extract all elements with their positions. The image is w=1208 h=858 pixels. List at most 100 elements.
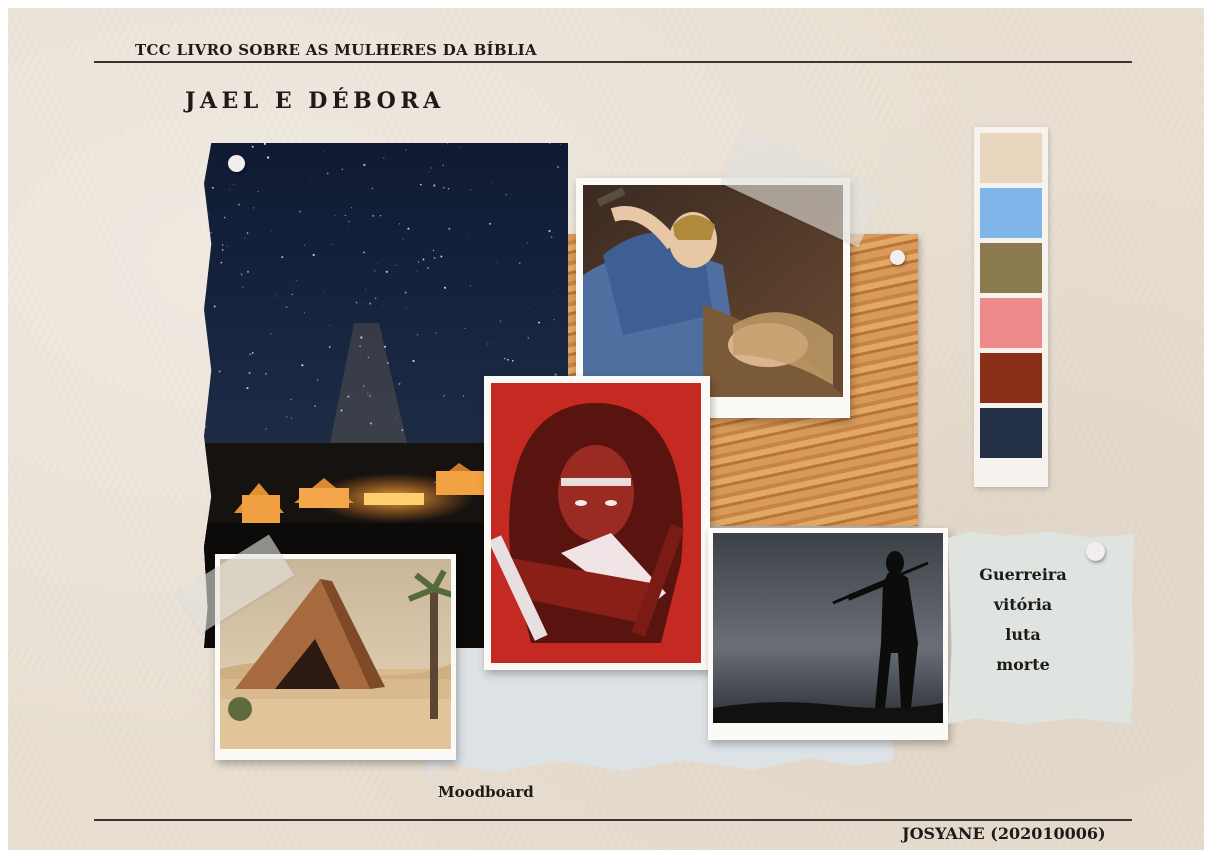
star-dot <box>442 164 445 166</box>
star-dot <box>310 178 312 180</box>
star-dot <box>551 236 553 238</box>
star-dot <box>316 379 319 381</box>
star-dot <box>223 216 226 219</box>
star-dot <box>213 305 216 308</box>
star-dot <box>364 302 366 303</box>
star-dot <box>246 270 250 273</box>
star-dot <box>329 325 330 327</box>
star-dot <box>377 262 379 264</box>
star-dot <box>499 320 502 322</box>
star-dot <box>412 359 415 363</box>
star-dot <box>251 145 254 148</box>
star-dot <box>290 398 292 401</box>
color-swatch <box>980 188 1042 238</box>
star-dot <box>552 291 554 293</box>
star-dot <box>470 189 472 190</box>
star-dot <box>312 253 315 257</box>
star-dot <box>265 153 266 155</box>
warrior-photo-frame <box>708 528 948 740</box>
star-dot <box>526 242 528 244</box>
keywords-list: Guerreira vitória luta morte <box>978 560 1068 680</box>
star-dot <box>379 215 382 217</box>
star-dot <box>440 255 443 258</box>
star-dot <box>244 237 246 239</box>
star-dot <box>240 273 243 276</box>
star-dot <box>427 267 429 269</box>
star-dot <box>348 220 350 223</box>
star-dot <box>344 214 346 216</box>
star-dot <box>208 213 210 215</box>
star-dot <box>537 321 541 324</box>
star-dot <box>560 144 561 145</box>
board-title: JAEL E DÉBORA <box>185 88 445 114</box>
star-dot <box>204 283 205 286</box>
star-dot <box>310 432 312 433</box>
star-dot <box>291 293 294 296</box>
star-dot <box>300 420 302 421</box>
color-swatch <box>980 133 1042 183</box>
star-dot <box>385 270 388 273</box>
star-dot <box>489 223 491 225</box>
star-dot <box>218 370 221 373</box>
star-dot <box>326 172 329 175</box>
star-dot <box>252 207 255 209</box>
star-dot <box>402 238 404 240</box>
star-dot <box>220 261 223 264</box>
star-dot <box>285 306 288 308</box>
star-dot <box>221 244 224 246</box>
star-dot <box>416 270 418 272</box>
star-dot <box>433 256 436 259</box>
star-dot <box>323 150 325 152</box>
star-dot <box>257 190 259 193</box>
star-dot <box>548 229 551 233</box>
star-dot <box>276 295 278 297</box>
star-dot <box>447 143 449 145</box>
star-dot <box>527 337 529 339</box>
star-dot <box>487 343 489 345</box>
star-dot <box>271 230 273 232</box>
star-dot <box>229 189 231 191</box>
star-dot <box>382 305 383 306</box>
star-dot <box>265 372 267 375</box>
star-dot <box>433 184 436 187</box>
star-dot <box>231 398 233 399</box>
star-dot <box>464 327 466 329</box>
color-swatch <box>980 408 1042 458</box>
star-dot <box>448 227 451 230</box>
star-dot <box>238 203 241 206</box>
star-dot <box>491 182 493 184</box>
star-dot <box>281 256 284 259</box>
star-dot <box>226 245 228 247</box>
star-dot <box>470 285 472 287</box>
star-dot <box>299 210 302 213</box>
star-dot <box>372 214 375 217</box>
star-dot <box>416 333 419 336</box>
star-dot <box>286 416 288 418</box>
star-dot <box>314 405 317 408</box>
star-dot <box>553 319 555 321</box>
star-dot <box>383 157 385 159</box>
star-dot <box>265 428 267 430</box>
star-dot <box>447 188 450 190</box>
star-dot <box>442 396 444 397</box>
star-dot <box>341 168 344 170</box>
color-swatch <box>980 243 1042 293</box>
star-dot <box>266 156 270 159</box>
pin-icon <box>890 250 905 265</box>
star-dot <box>293 282 295 284</box>
star-dot <box>507 358 509 361</box>
star-dot <box>242 286 244 288</box>
star-dot <box>328 346 331 348</box>
star-dot <box>511 359 514 362</box>
star-dot <box>363 163 366 167</box>
star-dot <box>404 291 407 294</box>
illustration-frame <box>484 376 710 670</box>
star-dot <box>348 225 349 226</box>
star-dot <box>435 332 437 334</box>
project-title: TCC LIVRO SOBRE AS MULHERES DA BÍBLIA <box>135 41 537 59</box>
star-dot <box>503 357 506 360</box>
star-dot <box>505 194 507 196</box>
star-dot <box>495 262 497 263</box>
star-dot <box>350 207 353 209</box>
star-dot <box>407 227 410 230</box>
